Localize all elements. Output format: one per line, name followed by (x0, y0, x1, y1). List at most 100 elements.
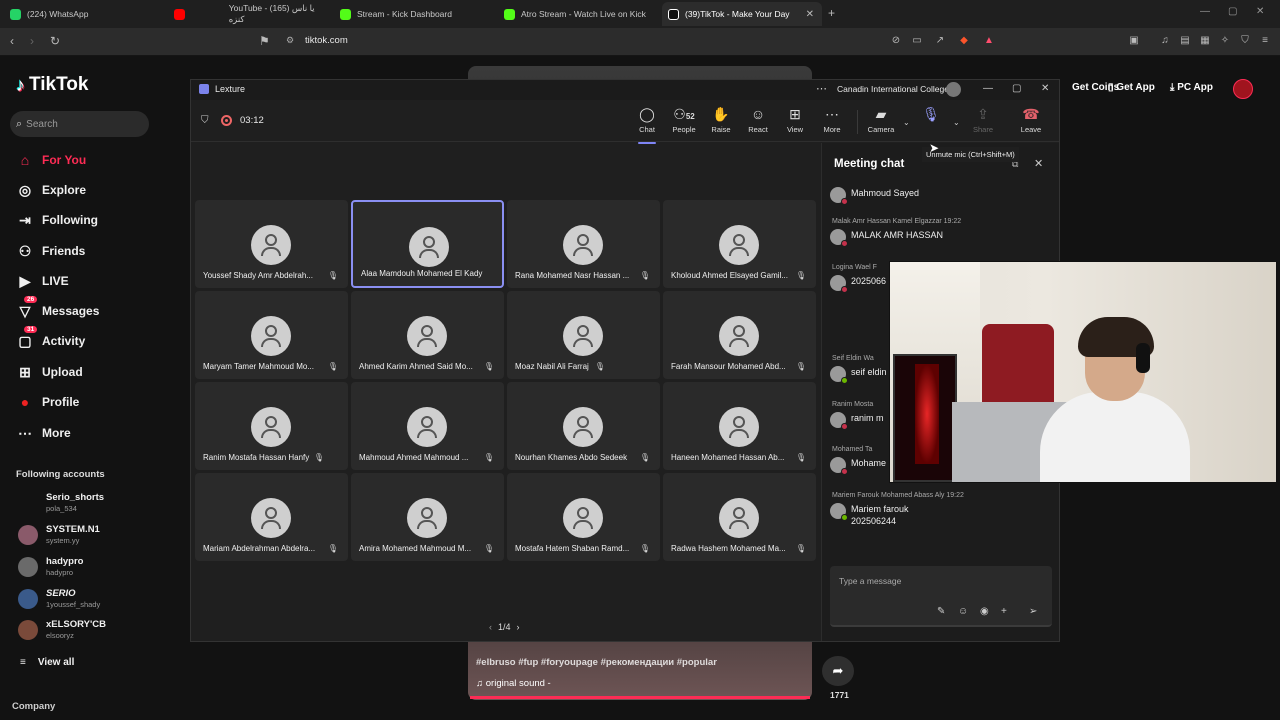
nav-label: Upload (42, 365, 83, 379)
webcam-pc-case (893, 354, 957, 482)
participant-tile[interactable]: Youssef Shady Amr Abdelrah... 🎙 (195, 200, 348, 288)
following-account[interactable]: xELSORY'CB elsooryz (18, 619, 106, 640)
leave-button[interactable]: ☎ Leave (1014, 106, 1048, 134)
sidebar-icon[interactable]: ▣ (1128, 35, 1140, 47)
tiktok-logo[interactable]: ♪ TikTok (16, 74, 88, 96)
participant-tile[interactable]: Nourhan Khames Abdo Sedeek 🎙 (507, 382, 660, 470)
wallet-icon[interactable]: ▦ (1199, 35, 1211, 47)
format-icon[interactable]: ✎ (937, 606, 945, 617)
send-icon[interactable]: ➢ (1029, 606, 1037, 617)
participant-tile[interactable]: Ranim Mostafa Hassan Hanfy 🎙 (195, 382, 348, 470)
nav-friends[interactable]: ⚇ Friends (16, 241, 86, 261)
shield-icon[interactable]: ⛉ (201, 115, 209, 126)
nav-following[interactable]: ⇥ Following (16, 210, 98, 230)
prev-page-icon[interactable]: ‹ (489, 622, 492, 632)
minimize-icon[interactable]: — (1200, 6, 1210, 17)
site-info-icon[interactable]: ⚙ (286, 35, 294, 46)
following-account[interactable]: Serio_shorts pola_534 (18, 492, 104, 513)
emoji-icon[interactable]: ☺ (958, 606, 968, 617)
more-options-icon[interactable]: ⋯ (816, 82, 827, 95)
video-progress-bar[interactable] (470, 696, 810, 699)
participant-tile[interactable]: Mostafa Hatem Shaban Ramd... 🎙 (507, 473, 660, 561)
following-account[interactable]: SYSTEM.N1 system.yy (18, 524, 100, 545)
bookmark-icon[interactable]: ⚑ (259, 34, 270, 48)
following-account[interactable]: SERIO 1youssef_shady (18, 588, 100, 609)
participant-tile[interactable]: Radwa Hashem Mohamed Ma... 🎙 (663, 473, 816, 561)
camera-options-chevron-icon[interactable]: ⌄ (903, 118, 910, 127)
search-input[interactable]: ⌕ Search (10, 111, 149, 137)
chat-button[interactable]: ◯ Chat (630, 106, 664, 144)
nav-activity[interactable]: ▢ 31 Activity (16, 325, 85, 351)
tab-whatsapp[interactable]: (224) WhatsApp (4, 2, 164, 26)
participant-tile[interactable]: Ahmed Karim Ahmed Said Mo... 🎙 (351, 291, 504, 379)
following-account[interactable]: hadypro hadypro (18, 556, 83, 577)
tiktok-icon (668, 8, 679, 20)
back-icon[interactable]: ‹ (10, 34, 14, 48)
org-avatar[interactable] (946, 82, 961, 97)
view-button[interactable]: ⊞ View (778, 106, 812, 134)
reader-icon[interactable]: ▤ (1179, 35, 1191, 47)
pc-app-button[interactable]: ⤓ PC App (1170, 82, 1213, 93)
close-window-icon[interactable]: ✕ (1041, 83, 1049, 94)
raise-hand-button[interactable]: ✋ Raise (704, 106, 738, 134)
participant-tile[interactable]: Haneen Mohamed Hassan Ab... 🎙 (663, 382, 816, 470)
tab-kick-stream[interactable]: Atro Stream - Watch Live on Kick (498, 2, 658, 26)
reload-icon[interactable]: ↻ (50, 34, 60, 48)
participant-tile[interactable]: Rana Mohamed Nasr Hassan ... 🎙 (507, 200, 660, 288)
participant-tile[interactable]: Alaa Mamdouh Mohamed El Kady (351, 200, 504, 288)
participant-tile[interactable]: Maryam Tamer Mahmoud Mo... 🎙 (195, 291, 348, 379)
nav-messages[interactable]: ▽ 26 Messages (16, 295, 99, 321)
share-button[interactable]: ➦ (822, 656, 854, 686)
next-page-icon[interactable]: › (517, 622, 520, 632)
participant-tile[interactable]: Kholoud Ahmed Elsayed Gamil... 🎙 (663, 200, 816, 288)
menu-icon[interactable]: ≡ (1259, 35, 1271, 47)
new-tab-icon[interactable]: + (828, 6, 835, 20)
more-button[interactable]: ⋯ More (815, 106, 849, 134)
nav-live[interactable]: ▶ LIVE (16, 271, 69, 291)
tab-kick-dashboard[interactable]: Stream - Kick Dashboard (334, 2, 494, 26)
maximize-icon[interactable]: ▢ (1012, 83, 1021, 94)
vpn-icon[interactable]: ⛉ (1239, 35, 1251, 47)
attach-plus-icon[interactable]: + (1001, 606, 1007, 617)
maximize-icon[interactable]: ▢ (1228, 6, 1237, 17)
participant-tile[interactable]: Farah Mansour Mohamed Abd... 🎙 (663, 291, 816, 379)
no-tracking-icon[interactable]: ⊘ (890, 35, 902, 47)
nav-explore[interactable]: ◎ Explore (16, 180, 86, 200)
loop-icon[interactable]: ◉ (980, 606, 989, 617)
brave-shield-icon[interactable]: ◆ (958, 35, 970, 47)
react-button[interactable]: ☺ React (741, 106, 775, 134)
video-hashtags[interactable]: #elbruso #fup #foryoupage #рекомендации … (476, 657, 717, 668)
cast-icon[interactable]: ▭ (911, 35, 923, 47)
company-link[interactable]: Company (12, 701, 55, 712)
share-icon[interactable]: ↗ (934, 35, 946, 47)
forward-icon[interactable]: › (30, 34, 34, 48)
video-sound[interactable]: ♫ original sound - (476, 678, 551, 689)
chat-message-input[interactable]: Type a message ✎ ☺ ◉ + ➢ (830, 566, 1052, 627)
people-button[interactable]: ⚇52 People (667, 106, 701, 134)
participant-tile[interactable]: Moaz Nabil Ali Farraj 🎙 (507, 291, 660, 379)
ai-icon[interactable]: ✧ (1219, 35, 1231, 47)
nav-profile[interactable]: ● Profile (16, 392, 80, 412)
tab-youtube[interactable]: YouTube - (165) يا ناس كنزه (168, 2, 330, 26)
nav-upload[interactable]: ⊞ Upload (16, 362, 83, 382)
music-icon[interactable]: ♫ (1159, 35, 1171, 47)
mic-button[interactable]: 🎙 (914, 106, 948, 123)
brave-rewards-icon[interactable]: ▲ (983, 35, 995, 47)
close-chat-icon[interactable]: ✕ (1034, 157, 1043, 170)
close-window-icon[interactable]: ✕ (1256, 6, 1264, 17)
get-app-button[interactable]: ▯ Get App (1108, 82, 1155, 93)
nav-for-you[interactable]: ⌂ For You (16, 150, 86, 170)
tab-tiktok[interactable]: (39)TikTok - Make Your Day ✕ (662, 2, 822, 26)
participant-tile[interactable]: Mahmoud Ahmed Mahmoud ... 🎙 (351, 382, 504, 470)
share-button[interactable]: ⇪ Share (966, 106, 1000, 134)
participant-tile[interactable]: Mariam Abdelrahman Abdelra... 🎙 (195, 473, 348, 561)
mic-options-chevron-icon[interactable]: ⌄ (953, 118, 960, 127)
user-avatar[interactable] (1233, 79, 1253, 99)
view-all-link[interactable]: ≡ View all (20, 657, 74, 668)
nav-more[interactable]: ⋯ More (16, 423, 71, 443)
url-field[interactable]: tiktok.com (305, 35, 348, 46)
close-tab-icon[interactable]: ✕ (806, 9, 814, 20)
minimize-icon[interactable]: — (983, 83, 993, 94)
participant-tile[interactable]: Amira Mohamed Mahmoud M... 🎙 (351, 473, 504, 561)
camera-button[interactable]: ▰ Camera (864, 106, 898, 134)
